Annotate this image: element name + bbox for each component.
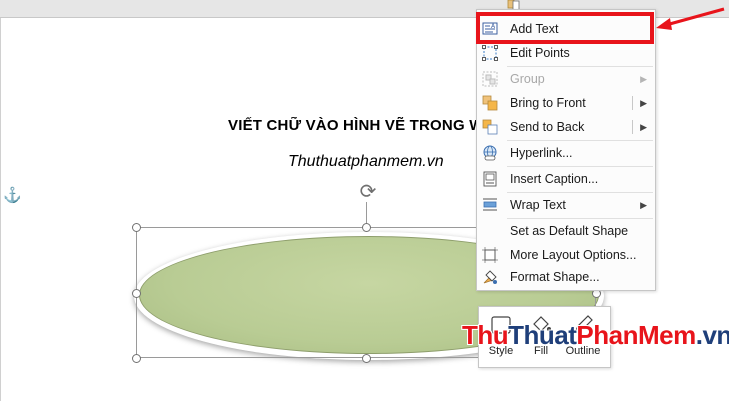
menu-label: Edit Points bbox=[510, 46, 570, 60]
edit-points-icon bbox=[482, 45, 498, 61]
split-divider bbox=[632, 96, 633, 110]
menu-item-insert-caption[interactable]: Insert Caption... bbox=[477, 167, 655, 191]
menu-label: Insert Caption... bbox=[510, 172, 599, 186]
highlight-box bbox=[476, 12, 654, 44]
rotate-handle-icon[interactable]: ⟳ bbox=[357, 181, 379, 203]
watermark-logo: ThuThuatPhanMem.vn bbox=[462, 320, 729, 351]
menu-label: Hyperlink... bbox=[510, 146, 573, 160]
format-shape-icon bbox=[483, 270, 497, 284]
submenu-arrow-icon: ▶ bbox=[640, 200, 647, 210]
document-subtitle: Thuthuatphanmem.vn bbox=[288, 153, 444, 170]
hyperlink-icon bbox=[483, 145, 497, 161]
submenu-arrow-icon[interactable]: ▶ bbox=[640, 115, 647, 139]
menu-label: Wrap Text bbox=[510, 198, 566, 212]
submenu-arrow-icon[interactable]: ▶ bbox=[640, 91, 647, 115]
menu-item-edit-points[interactable]: Edit Points bbox=[477, 41, 655, 65]
group-icon bbox=[482, 71, 498, 87]
menu-item-bring-to-front[interactable]: Bring to Front ▶ bbox=[477, 91, 655, 115]
menu-item-format-shape[interactable]: Format Shape... bbox=[477, 265, 655, 289]
menu-label: Send to Back bbox=[510, 120, 585, 134]
resize-handle-bottom[interactable] bbox=[362, 354, 371, 363]
menu-item-group[interactable]: Group ▶ bbox=[477, 67, 655, 91]
watermark-part: PhanMem bbox=[576, 320, 696, 350]
resize-handle-top[interactable] bbox=[362, 223, 371, 232]
insert-caption-icon bbox=[483, 171, 497, 187]
send-to-back-icon bbox=[482, 119, 498, 135]
menu-label: Format Shape... bbox=[510, 270, 600, 284]
resize-handle-bottom-left[interactable] bbox=[132, 354, 141, 363]
menu-item-wrap-text[interactable]: Wrap Text ▶ bbox=[477, 193, 655, 217]
watermark-part: Thuat bbox=[508, 320, 577, 350]
page-edge bbox=[0, 18, 1, 401]
document-title: VIẾT CHỮ VÀO HÌNH VẼ TRONG WORD bbox=[228, 117, 480, 134]
context-menu: A Add Text Edit Points Group ▶ Bring to … bbox=[476, 9, 656, 291]
submenu-arrow-icon: ▶ bbox=[640, 74, 647, 84]
watermark-part: .vn bbox=[695, 320, 729, 350]
menu-item-more-layout-options[interactable]: More Layout Options... bbox=[477, 243, 655, 267]
split-divider bbox=[632, 120, 633, 134]
resize-handle-left[interactable] bbox=[132, 289, 141, 298]
menu-item-set-default-shape[interactable]: Set as Default Shape bbox=[477, 219, 655, 243]
anchor-icon: ⚓ bbox=[3, 187, 22, 204]
menu-label: Set as Default Shape bbox=[510, 224, 629, 238]
menu-label: Group bbox=[510, 72, 545, 86]
menu-item-hyperlink[interactable]: Hyperlink... bbox=[477, 141, 655, 165]
bring-to-front-icon bbox=[482, 95, 498, 111]
menu-label: More Layout Options... bbox=[510, 248, 637, 262]
menu-item-send-to-back[interactable]: Send to Back ▶ bbox=[477, 115, 655, 139]
layout-options-icon bbox=[482, 247, 498, 263]
watermark-part: Thu bbox=[462, 320, 509, 350]
pointer-arrow-icon bbox=[656, 7, 725, 30]
resize-handle-top-left[interactable] bbox=[132, 223, 141, 232]
wrap-text-icon bbox=[483, 198, 497, 211]
menu-label: Bring to Front bbox=[510, 96, 586, 110]
